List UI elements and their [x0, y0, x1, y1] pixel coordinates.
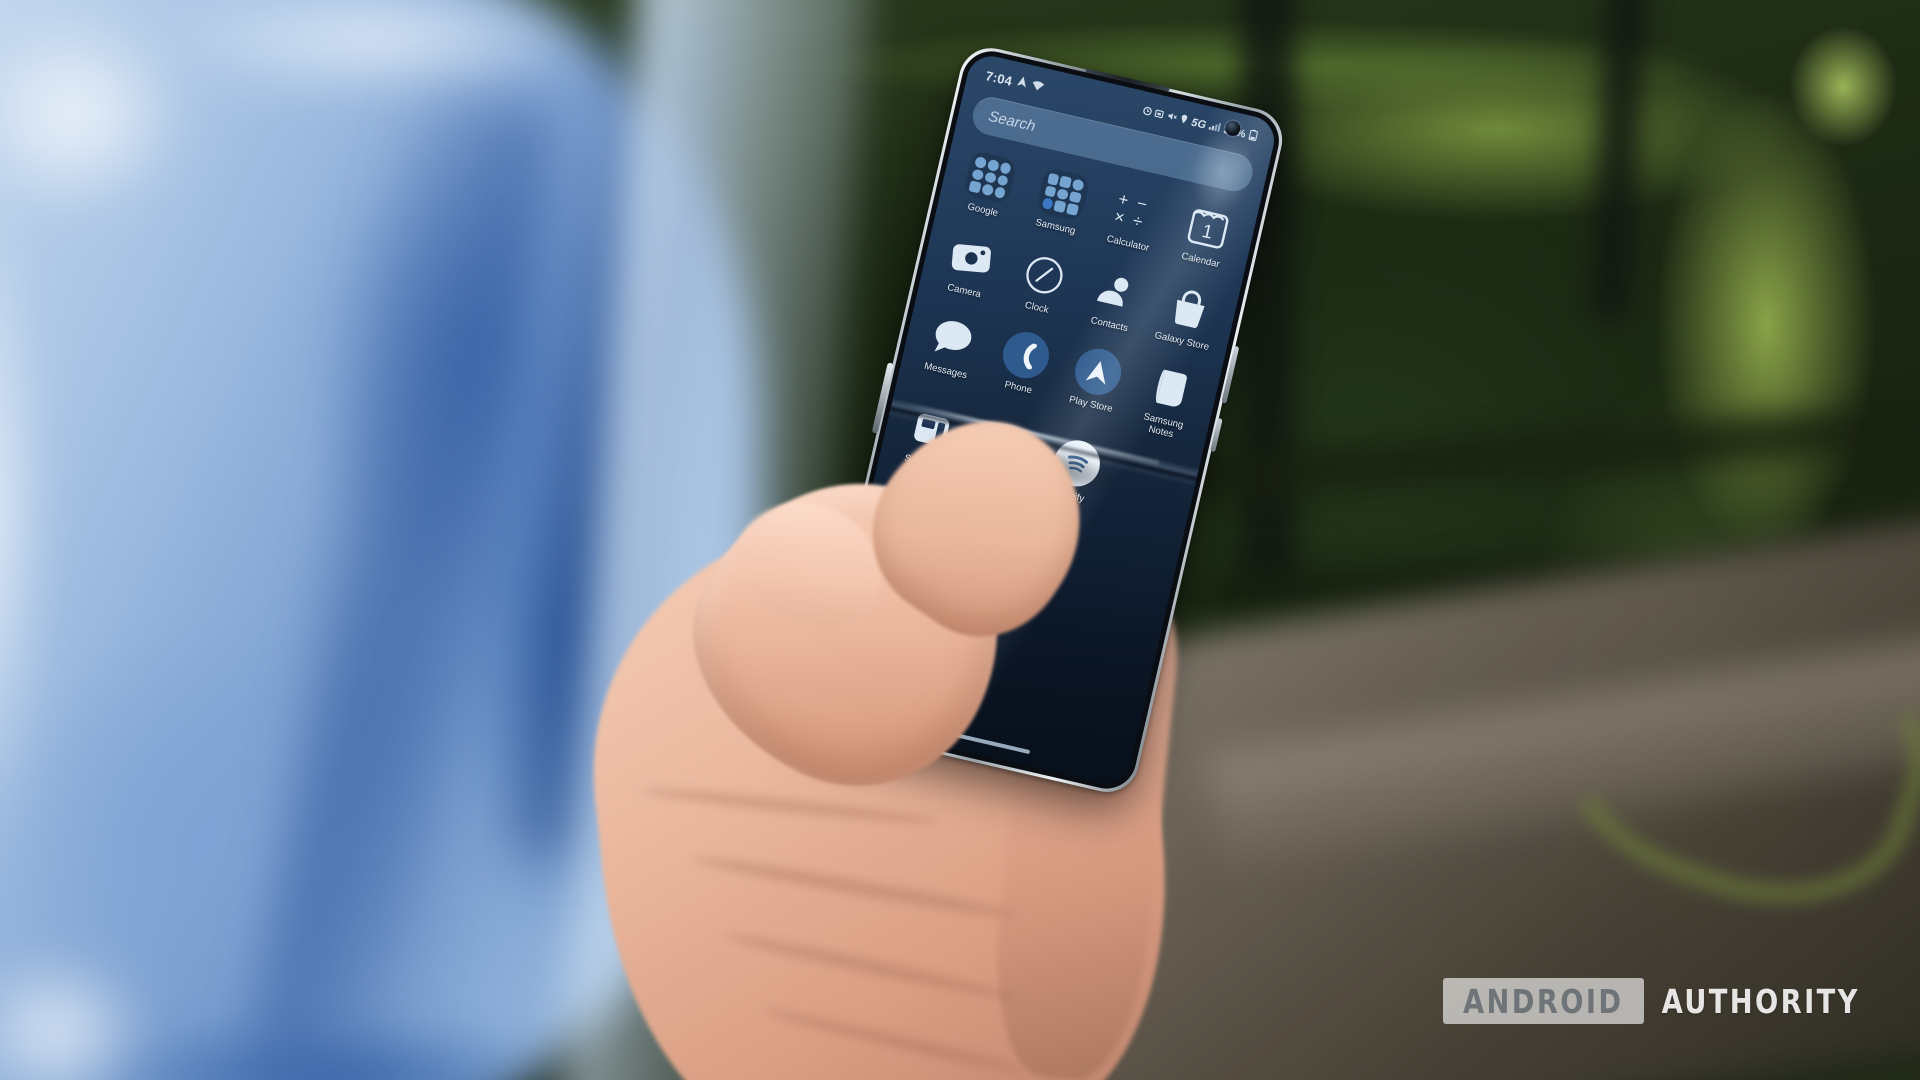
app-icon-samsung-notes[interactable]: Samsung Notes — [1123, 358, 1212, 446]
app-label: Clock — [1023, 299, 1050, 316]
messages-icon — [925, 311, 980, 366]
contacts-icon — [1089, 264, 1144, 319]
watermark-plain-word: AUTHORITY — [1661, 981, 1860, 1021]
app-label: Calculator — [1105, 233, 1151, 254]
app-icon-google[interactable]: Google — [945, 147, 1032, 225]
svg-text:÷: ÷ — [1131, 211, 1144, 232]
app-icon-calendar[interactable]: 1 Calendar — [1163, 197, 1250, 275]
fence-post — [1590, 0, 1650, 321]
app-icon-camera[interactable]: Camera — [926, 227, 1013, 305]
calendar-icon: 1 — [1180, 200, 1235, 255]
app-icon-clock[interactable]: Clock — [999, 244, 1086, 322]
status-clock: 7:04 — [984, 67, 1014, 89]
app-label: Google — [966, 201, 1000, 220]
signal-bars-icon — [1208, 121, 1222, 135]
search-placeholder: Search — [987, 107, 1038, 135]
wifi-icon — [1030, 79, 1045, 94]
play-store-icon — [1070, 344, 1126, 400]
mute-icon — [1166, 111, 1178, 125]
app-icon-contacts[interactable]: Contacts — [1072, 261, 1159, 339]
google-folder-icon — [962, 149, 1018, 206]
calendar-date-badge: 1 — [1200, 221, 1215, 244]
calculator-icon: + − × ÷ — [1108, 184, 1163, 239]
samsung-folder-icon — [1035, 166, 1091, 222]
phone-icon — [998, 327, 1054, 384]
photo-scene: 7:04 5G Search Google Samsung + − × ÷ Ca… — [0, 0, 1920, 1080]
clock-icon — [1017, 247, 1072, 302]
app-label: Samsung — [1034, 217, 1077, 237]
camera-icon — [944, 231, 999, 286]
battery-icon — [1248, 129, 1259, 144]
app-icon-calculator[interactable]: + − × ÷ Calculator — [1090, 180, 1177, 258]
android-authority-watermark: ANDROID AUTHORITY — [1443, 978, 1868, 1024]
app-label: Calendar — [1180, 250, 1221, 271]
alarm-icon — [1141, 105, 1152, 119]
svg-text:×: × — [1113, 207, 1127, 228]
app-label: Phone — [1003, 379, 1033, 397]
app-label: Camera — [946, 281, 982, 301]
app-icon-galaxy-store[interactable]: Galaxy Store — [1144, 278, 1231, 356]
app-icon-samsung[interactable]: Samsung — [1018, 164, 1105, 242]
samsung-notes-icon — [1143, 361, 1198, 416]
navigation-arrow-icon — [1015, 76, 1028, 91]
app-label: Contacts — [1089, 314, 1130, 334]
galaxy-store-icon — [1162, 281, 1217, 336]
app-label: Play Store — [1067, 394, 1114, 416]
watermark-boxed-word: ANDROID — [1443, 978, 1644, 1024]
location-icon — [1179, 114, 1189, 127]
network-type-label: 5G — [1190, 116, 1208, 132]
app-label: Messages — [922, 361, 969, 382]
calendar-event-icon — [1154, 108, 1165, 122]
status-bar-left: 7:04 — [984, 68, 1045, 96]
